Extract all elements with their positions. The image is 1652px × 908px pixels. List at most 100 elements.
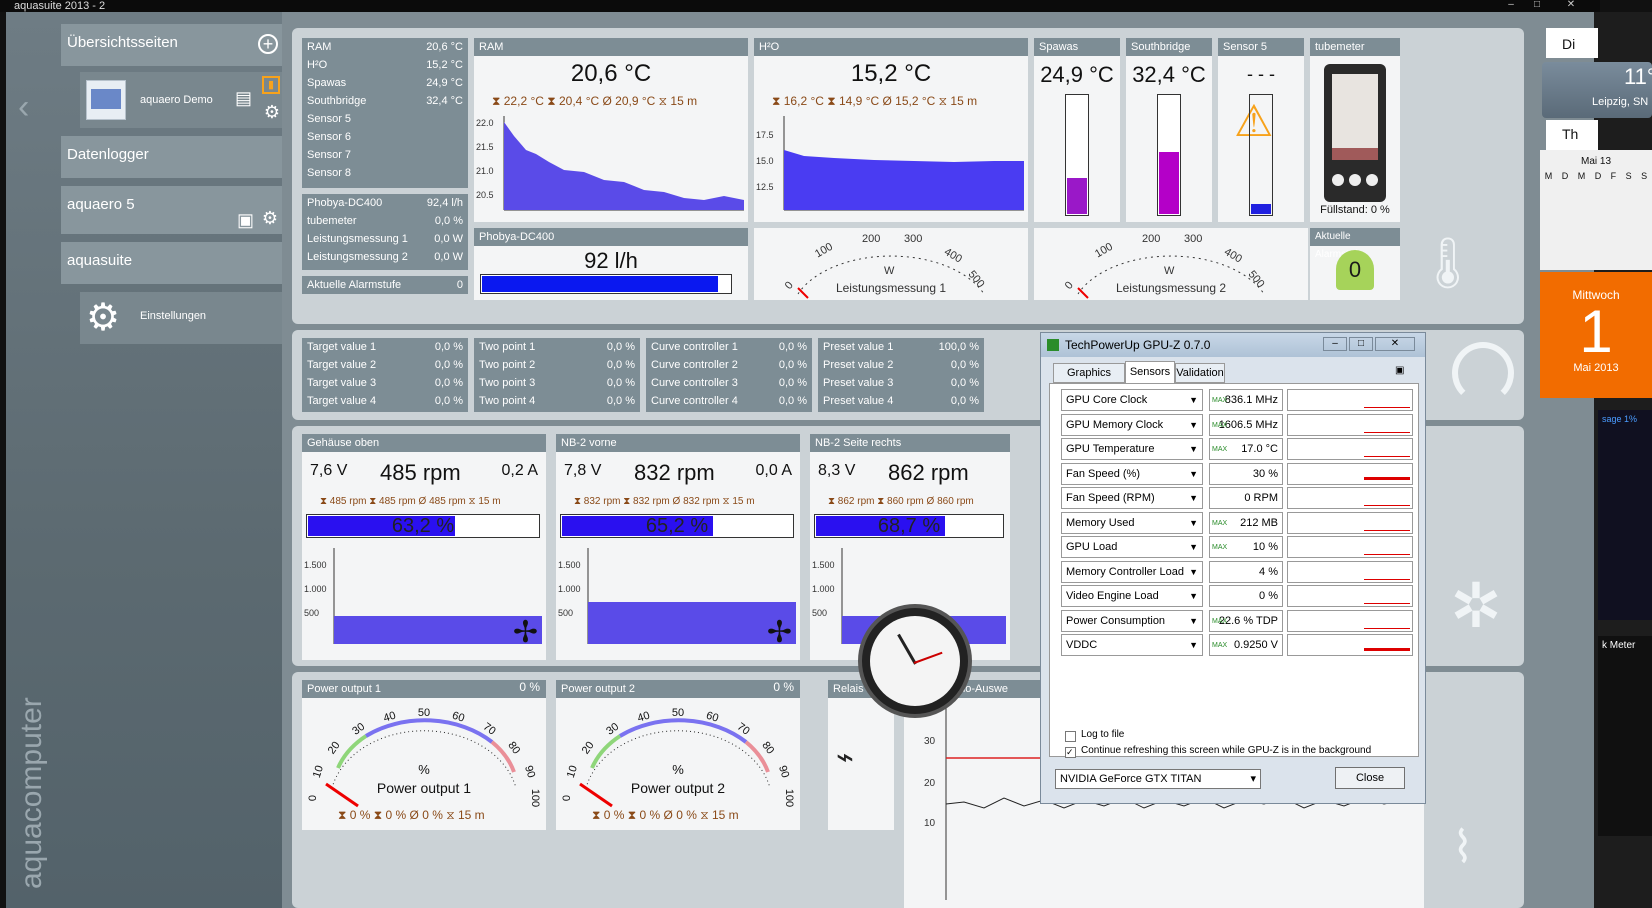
sidebar-item-overview[interactable]: Übersichtsseiten + [61, 24, 284, 66]
save-icon[interactable]: ▣ [237, 210, 254, 231]
controller-row[interactable]: Target value 2 0,0 % [302, 356, 468, 374]
fan-ytick: 1.000 [304, 584, 327, 594]
fan-rpm: 832 rpm [634, 460, 715, 485]
close-window-button[interactable]: ✕ [1560, 0, 1582, 10]
h2o-tile[interactable]: H²O 15,2 °C ⧗ 16,2 °C ⧗ 14,9 °C Ø 15,2 °… [754, 38, 1028, 222]
sensor-row[interactable]: Leistungsmessung 1 0,0 W [302, 230, 468, 248]
calendar-weekday: M [1577, 171, 1586, 181]
controller-name: Curve controller 4 [651, 395, 738, 407]
power2-tick: 100 [1093, 241, 1115, 261]
tubemeter-title: tubemeter [1310, 38, 1400, 56]
gpuz-sensor-name[interactable]: VDDC ▼ [1061, 634, 1203, 656]
sensor-row[interactable]: Sensor 7 [302, 146, 468, 164]
sensor-row[interactable]: Leistungsmessung 2 0,0 W [302, 248, 468, 266]
gpuz-sensor-name[interactable]: Fan Speed (%) ▼ [1061, 462, 1203, 485]
output-stats: ⧗ 0 % ⧗ 0 % Ø 0 % ⧖ 15 m [592, 808, 739, 822]
controller-row[interactable]: Curve controller 3 0,0 % [646, 374, 812, 392]
controller-row[interactable]: Curve controller 2 0,0 % [646, 356, 812, 374]
controller-row[interactable]: Two point 3 0,0 % [474, 374, 640, 392]
sensor-row[interactable]: tubemeter 0,0 % [302, 212, 468, 230]
controller-row[interactable]: Two point 1 0,0 % [474, 338, 640, 356]
controller-row[interactable]: Curve controller 1 0,0 % [646, 338, 812, 356]
fan-tile[interactable]: NB-2 vorne 7,8 V 832 rpm 0,0 A ⧗ 832 rpm ⧗ 8… [556, 434, 800, 660]
device-select[interactable]: NVIDIA GeForce GTX TITAN ▾ [1055, 769, 1261, 789]
ram-tile[interactable]: RAM 20,6 °C ⧗ 22,2 °C ⧗ 20,4 °C Ø 20,9 °… [474, 38, 748, 222]
gpuz-sensor-name[interactable]: GPU Memory Clock ▼ [1061, 413, 1203, 436]
gpuz-tab-sensors[interactable]: Sensors [1125, 361, 1175, 383]
gpuz-maximize-button[interactable]: □ [1349, 337, 1373, 351]
sidebar-item-datalogger[interactable]: Datenlogger [61, 136, 284, 178]
date-widget[interactable]: Mittwoch 1 Mai 2013 [1540, 272, 1652, 398]
fan-tile[interactable]: Gehäuse oben 7,6 V 485 rpm 0,2 A ⧗ 485 rpm ⧗… [302, 434, 546, 660]
gpuz-sensor-name[interactable]: GPU Load ▼ [1061, 536, 1203, 558]
gpuz-tab-graphics[interactable]: Graphics Card [1053, 363, 1125, 397]
sensor-row[interactable]: RAM 20,6 °C [302, 38, 468, 56]
power2-gauge[interactable]: 0 100 200 300 400 500 W Leistungsmessung… [1034, 228, 1308, 300]
continue-checkbox[interactable]: ✓ [1065, 747, 1076, 758]
calendar-widget[interactable]: Mai 13 MDMDFSS [1540, 150, 1652, 270]
controller-row[interactable]: Two point 4 0,0 % [474, 392, 640, 410]
gpuz-tab-validation[interactable]: Validation [1175, 363, 1225, 383]
clock-widget[interactable] [858, 604, 972, 718]
sensor-row[interactable]: Southbridge 32,4 °C [302, 92, 468, 110]
power2-tick: 500 [1246, 268, 1267, 290]
gpuz-minimize-button[interactable]: – [1323, 337, 1347, 351]
output-tile[interactable]: Power output 20 % 0 10 20 30 40 50 60 70 80 90 100… [556, 680, 800, 830]
lock-icon[interactable]: ▮ [262, 76, 280, 94]
sidebar-overview-label: Übersichtsseiten [67, 34, 178, 51]
weather-city: Leipzig, SN [1592, 96, 1649, 108]
ram-title: RAM [474, 38, 748, 56]
gpuz-sensor-name[interactable]: GPU Core Clock ▼ [1061, 389, 1203, 411]
camera-icon[interactable]: ▣ [1395, 365, 1404, 376]
collapse-arrow-icon[interactable]: ‹ [18, 62, 36, 152]
flow-tile[interactable]: Phobya-DC400 92 l/h [474, 228, 748, 300]
spawas-tile[interactable]: Spawas 24,9 °C [1034, 38, 1120, 222]
demo-page-item[interactable]: aquaero Demo ▤ ▮ ⚙ [80, 72, 284, 128]
gpuz-sensor-name[interactable]: Video Engine Load ▼ [1061, 585, 1203, 607]
sensor-row[interactable]: Sensor 6 [302, 128, 468, 146]
edit-icon[interactable]: ▤ [235, 88, 252, 109]
fan-rpm-chart: 1.500 1.000 500 [558, 548, 796, 644]
gpuz-sensor-name[interactable]: Memory Used ▼ [1061, 511, 1203, 534]
controller-row[interactable]: Target value 1 0,0 % [302, 338, 468, 356]
weather-widget[interactable]: 11° Leipzig, SN [1542, 62, 1652, 118]
minimize-button[interactable]: – [1500, 0, 1522, 10]
southbridge-tile[interactable]: Southbridge 32,4 °C [1126, 38, 1212, 222]
sidebar-item-aquaero[interactable]: aquaero 5 ▣ ⚙ [61, 186, 284, 234]
controller-row[interactable]: Target value 3 0,0 % [302, 374, 468, 392]
sensor-row[interactable]: Phobya-DC400 92,4 l/h [302, 194, 468, 212]
tubemeter-fill-label: Füllstand: 0 % [1320, 204, 1390, 216]
gear-icon[interactable]: ⚙ [264, 102, 280, 123]
controller-row[interactable]: Two point 2 0,0 % [474, 356, 640, 374]
gpuz-sensor-name[interactable]: Memory Controller Load ▼ [1061, 560, 1203, 583]
settings-item[interactable]: ⚙ Einstellungen [80, 292, 284, 344]
sensor5-tile[interactable]: Sensor 5 - - - ⚠ [1218, 38, 1304, 222]
chevron-down-icon: ▾ [1250, 773, 1256, 785]
sensor-row[interactable]: H²O 15,2 °C [302, 56, 468, 74]
controller-row[interactable]: Target value 4 0,0 % [302, 392, 468, 410]
gpuz-close-button[interactable]: ✕ [1375, 337, 1415, 351]
tubemeter-tile[interactable]: tubemeter Füllstand: 0 % [1310, 38, 1400, 222]
sensor-row[interactable]: Sensor 8 [302, 164, 468, 182]
controller-row[interactable]: Curve controller 4 0,0 % [646, 392, 812, 410]
log-checkbox[interactable] [1065, 731, 1076, 742]
gpuz-close-action-button[interactable]: Close [1335, 767, 1405, 789]
controller-name: Preset value 3 [823, 377, 894, 389]
sensor-row[interactable]: Sensor 5 [302, 110, 468, 128]
maximize-button[interactable]: □ [1526, 0, 1548, 10]
controller-row[interactable]: Preset value 2 0,0 % [818, 356, 984, 374]
sidebar-item-aquasuite[interactable]: aquasuite [61, 242, 284, 284]
sensor-row[interactable]: Spawas 24,9 °C [302, 74, 468, 92]
controller-row[interactable]: Preset value 1 100,0 % [818, 338, 984, 356]
controller-row[interactable]: Preset value 3 0,0 % [818, 374, 984, 392]
gpuz-sensor-label: Fan Speed (%) [1066, 467, 1140, 480]
add-icon[interactable]: + [258, 34, 278, 54]
gpuz-sensor-name[interactable]: Fan Speed (RPM) ▼ [1061, 487, 1203, 509]
gpuz-sensor-name[interactable]: GPU Temperature ▼ [1061, 438, 1203, 460]
gpuz-sensor-name[interactable]: Power Consumption ▼ [1061, 609, 1203, 632]
controller-row[interactable]: Preset value 4 0,0 % [818, 392, 984, 410]
alarm-tile[interactable]: Aktuelle Alarmstufe 0 [1310, 228, 1400, 300]
output-tile[interactable]: Power output 10 % 0 10 20 30 40 50 60 70 80 90 100… [302, 680, 546, 830]
power1-gauge[interactable]: 0 100 200 300 400 500 W Leistungsmessung… [754, 228, 1028, 300]
aquaero-gear-icon[interactable]: ⚙ [262, 208, 278, 229]
